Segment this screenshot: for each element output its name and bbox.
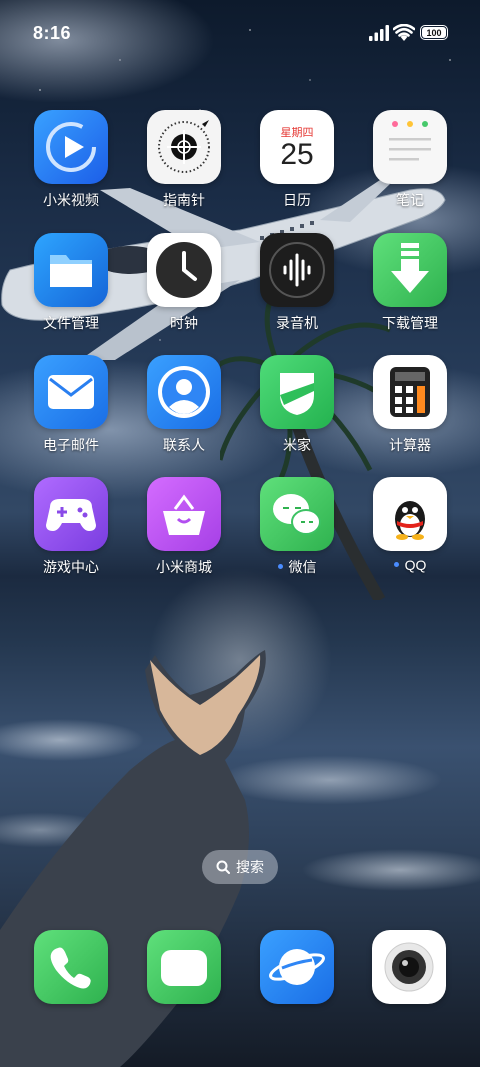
app-label: 计算器 [389, 437, 431, 453]
app-compass[interactable]: 指南针 [129, 110, 239, 220]
app-mi-store[interactable]: 小米商城 [129, 477, 239, 587]
download-icon [373, 233, 447, 307]
app-mi-video[interactable]: 小米视频 [16, 110, 126, 220]
app-file-manager[interactable]: 文件管理 [16, 233, 126, 343]
search-label: 搜索 [236, 859, 264, 875]
dock-messages[interactable] [147, 930, 221, 1004]
browser-icon [269, 949, 325, 985]
app-wechat[interactable]: 微信 [242, 477, 352, 587]
status-time: 8:16 [33, 23, 72, 43]
app-label: 电子邮件 [43, 437, 99, 453]
app-label: 文件管理 [43, 315, 99, 331]
contacts-icon [147, 355, 221, 429]
search-button[interactable]: 搜索 [202, 850, 278, 884]
mi-store-icon [147, 477, 221, 551]
camera-icon [384, 942, 434, 992]
mi-video-icon [34, 110, 108, 184]
wifi-icon [393, 24, 415, 41]
wechat-icon [260, 477, 334, 551]
cellular-signal-icon [369, 25, 389, 41]
notes-icon [373, 110, 447, 184]
app-label: 米家 [283, 437, 311, 453]
messages-icon [161, 950, 207, 986]
app-label: 游戏中心 [43, 559, 99, 575]
new-install-dot [277, 563, 283, 569]
compass-icon [147, 110, 221, 184]
app-email[interactable]: 电子邮件 [16, 355, 126, 465]
dock-camera[interactable] [372, 930, 446, 1004]
app-qq[interactable]: QQ [355, 477, 465, 587]
calculator-icon [373, 355, 447, 429]
app-label: 指南针 [163, 192, 205, 208]
app-label: 笔记 [396, 192, 424, 208]
dock-browser[interactable] [260, 930, 334, 1004]
mijia-icon [260, 355, 334, 429]
app-recorder[interactable]: 录音机 [242, 233, 352, 343]
app-contacts[interactable]: 联系人 [129, 355, 239, 465]
battery-icon: 100 [420, 25, 448, 40]
app-label: QQ [355, 557, 465, 573]
app-label: 联系人 [163, 437, 205, 453]
app-download-manager[interactable]: 下载管理 [355, 233, 465, 343]
app-label: 录音机 [276, 315, 318, 331]
app-clock[interactable]: 时钟 [129, 233, 239, 343]
app-label: 时钟 [170, 315, 198, 331]
search-icon [216, 860, 230, 874]
app-label: 下载管理 [382, 315, 438, 331]
app-notes[interactable]: 笔记 [355, 110, 465, 220]
app-label: 小米商城 [156, 559, 212, 575]
app-label: 小米视频 [43, 192, 99, 208]
app-game-center[interactable]: 游戏中心 [16, 477, 126, 587]
app-label: 日历 [283, 192, 311, 208]
gamepad-icon [34, 477, 108, 551]
dock-phone[interactable] [34, 930, 108, 1004]
calendar-day: 25 [280, 138, 314, 171]
battery-level: 100 [422, 27, 446, 38]
calendar-icon: 星期四 25 [260, 110, 334, 184]
mail-icon [34, 355, 108, 429]
app-calculator[interactable]: 计算器 [355, 355, 465, 465]
phone-icon [50, 947, 91, 989]
app-calendar[interactable]: 星期四 25 日历 [242, 110, 352, 220]
recorder-icon [260, 233, 334, 307]
app-label: 微信 [242, 557, 352, 577]
qq-icon [373, 477, 447, 551]
app-mijia[interactable]: 米家 [242, 355, 352, 465]
clock-icon [147, 233, 221, 307]
new-install-dot [393, 561, 399, 567]
folder-icon [34, 233, 108, 307]
status-bar: 8:16 100 [0, 0, 480, 66]
